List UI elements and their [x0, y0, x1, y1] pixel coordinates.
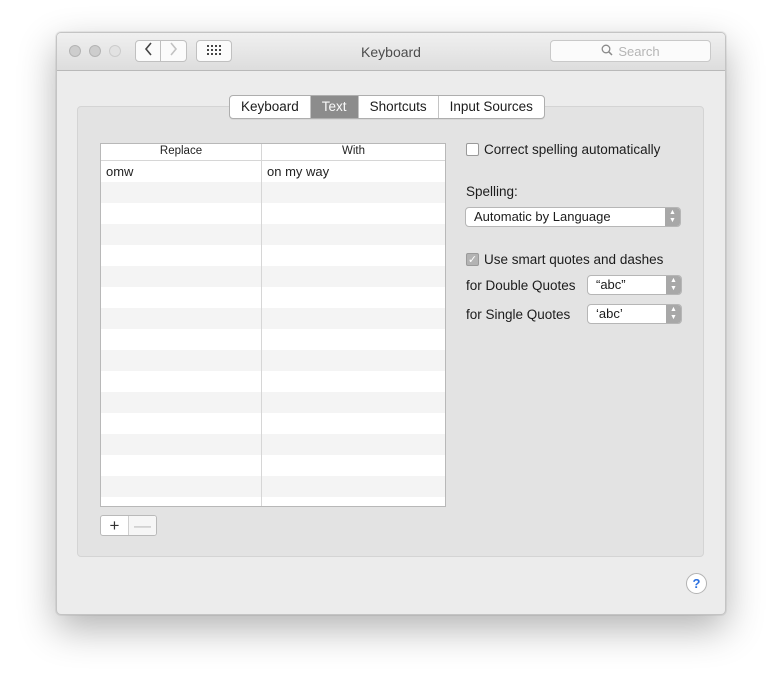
with-cell: on my way — [267, 164, 330, 179]
table-header: Replace With — [101, 144, 445, 161]
title-bar: Keyboard Search — [57, 33, 725, 71]
table-row[interactable] — [101, 497, 445, 506]
help-button[interactable]: ? — [686, 573, 707, 594]
table-row[interactable] — [101, 476, 445, 497]
table-row[interactable] — [101, 413, 445, 434]
tab-bar: Keyboard Text Shortcuts Input Sources — [229, 95, 545, 119]
column-divider — [261, 144, 262, 506]
table-row[interactable] — [101, 245, 445, 266]
updown-arrows-icon: ▲ ▼ — [666, 305, 681, 323]
updown-arrows-icon: ▲ ▼ — [665, 208, 680, 226]
tab-text[interactable]: Text — [310, 96, 359, 118]
single-quotes-value: ‘abc’ — [596, 306, 623, 321]
table-row[interactable] — [101, 308, 445, 329]
spelling-popup[interactable]: Automatic by Language ▲ ▼ — [465, 207, 681, 227]
tab-input-sources[interactable]: Input Sources — [439, 96, 544, 118]
table-row[interactable] — [101, 287, 445, 308]
smart-quotes-checkbox[interactable]: ✓ — [466, 253, 479, 266]
replace-cell: omw — [106, 164, 134, 179]
single-quotes-label: for Single Quotes — [466, 307, 571, 322]
column-header-with[interactable]: With — [262, 145, 445, 157]
column-header-replace[interactable]: Replace — [101, 145, 261, 157]
table-row[interactable]: omw on my way — [101, 161, 445, 182]
tab-shortcuts[interactable]: Shortcuts — [359, 96, 439, 118]
text-replacement-table[interactable]: Replace With omw on my way — [100, 143, 446, 507]
add-button[interactable]: + — [101, 516, 128, 535]
correct-spelling-checkbox[interactable] — [466, 143, 479, 156]
spelling-label: Spelling: — [466, 184, 518, 199]
table-row[interactable] — [101, 434, 445, 455]
search-placeholder: Search — [618, 43, 660, 59]
table-row[interactable] — [101, 392, 445, 413]
double-quotes-value: “abc” — [596, 277, 626, 292]
search-field[interactable]: Search — [550, 40, 711, 62]
search-icon — [601, 44, 613, 59]
smart-quotes-label: Use smart quotes and dashes — [484, 252, 664, 267]
table-row[interactable] — [101, 203, 445, 224]
add-remove-control: + — — [100, 515, 157, 536]
single-quotes-popup[interactable]: ‘abc’ ▲ ▼ — [587, 304, 682, 324]
keyboard-preferences-window: Keyboard Search Keyboard Text Shortcuts … — [56, 32, 726, 615]
updown-arrows-icon: ▲ ▼ — [666, 276, 681, 294]
tab-keyboard[interactable]: Keyboard — [230, 96, 311, 118]
correct-spelling-label: Correct spelling automatically — [484, 142, 661, 157]
table-row[interactable] — [101, 329, 445, 350]
table-row[interactable] — [101, 224, 445, 245]
table-row[interactable] — [101, 371, 445, 392]
double-quotes-label: for Double Quotes — [466, 278, 576, 293]
table-row[interactable] — [101, 266, 445, 287]
spelling-popup-value: Automatic by Language — [474, 209, 611, 224]
double-quotes-popup[interactable]: “abc” ▲ ▼ — [587, 275, 682, 295]
table-row[interactable] — [101, 350, 445, 371]
table-row[interactable] — [101, 182, 445, 203]
table-row[interactable] — [101, 455, 445, 476]
remove-button[interactable]: — — [128, 516, 156, 535]
